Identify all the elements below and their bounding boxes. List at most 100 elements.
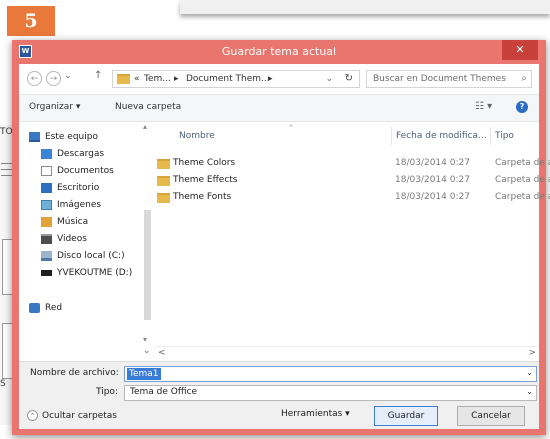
dialog-footer: ⌃ Ocultar carpetas Herramientas ▾ Guarda…	[19, 406, 539, 439]
table-row[interactable]: Theme Effects 18/03/2014 0:27 Carpeta de…	[155, 173, 550, 190]
nav-item-downloads[interactable]: Descargas	[41, 146, 104, 161]
chevron-down-icon[interactable]: ⌄	[526, 387, 533, 396]
scroll-down-arrow[interactable]: ▾	[143, 335, 147, 344]
file-date: 18/03/2014 0:27	[395, 192, 470, 202]
folder-icon	[157, 193, 170, 203]
breadcrumb-separator[interactable]: ▸	[268, 74, 273, 84]
tools-dropdown[interactable]: Herramientas ▾	[281, 409, 350, 419]
file-list: ^ Nombre Fecha de modifica... Tipo Theme…	[155, 122, 550, 344]
nav-item-label: Videos	[57, 233, 87, 244]
nav-item-label: Disco local (C:)	[57, 250, 125, 261]
nav-item-pictures[interactable]: Imágenes	[41, 197, 101, 212]
usb-drive-icon	[41, 269, 52, 276]
search-icon[interactable]: ⌕	[521, 73, 527, 84]
help-icon[interactable]: ?	[516, 101, 528, 113]
address-bar[interactable]: « Tem... ▸ Document Them... ▸ ⌄ ↻	[112, 70, 360, 88]
dialog-titlebar[interactable]: W Guardar tema actual ✕	[12, 40, 546, 64]
nav-item-documents[interactable]: Documentos	[41, 163, 114, 178]
navigation-pane: Este equipo Descargas Documentos Escrito…	[19, 122, 151, 344]
column-divider[interactable]	[391, 127, 392, 145]
table-row[interactable]: Theme Colors 18/03/2014 0:27 Carpeta de …	[155, 156, 550, 173]
search-placeholder: Buscar en Document Themes	[373, 74, 506, 84]
breadcrumb-overflow[interactable]: «	[134, 74, 140, 84]
filename-value: Tema1	[127, 368, 161, 380]
nav-item-label: Documentos	[57, 165, 114, 176]
scroll-right-arrow[interactable]: >	[528, 348, 536, 358]
scrollbar-thumb[interactable]	[144, 210, 151, 320]
scroll-up-arrow[interactable]: ▴	[143, 122, 147, 131]
background-window-edge	[180, 0, 550, 14]
file-name: Theme Fonts	[173, 192, 232, 202]
nav-pane-scrollbar[interactable]: ▴ ▾	[143, 122, 152, 344]
filename-label: Nombre de archivo:	[30, 368, 119, 378]
nav-item-this-pc[interactable]: Este equipo	[29, 129, 98, 144]
nav-item-label: Red	[45, 302, 63, 313]
nav-item-label: Escritorio	[57, 182, 100, 193]
nav-item-label: YVEKOUTME (D:)	[57, 267, 133, 278]
local-disk-icon	[41, 250, 52, 261]
nav-item-label: Música	[57, 216, 89, 227]
table-row[interactable]: Theme Fonts 18/03/2014 0:27 Carpeta de a	[155, 190, 550, 207]
nav-item-label: Descargas	[57, 148, 105, 159]
folder-icon	[157, 176, 170, 186]
column-divider[interactable]	[490, 127, 491, 145]
nav-item-local-disk[interactable]: Disco local (C:)	[41, 248, 125, 263]
command-toolbar: Organizar ▾ Nueva carpeta ☷ ▾ ?	[19, 94, 539, 122]
column-header-type[interactable]: Tipo	[495, 131, 514, 141]
nav-item-network[interactable]: Red	[29, 300, 62, 315]
sort-indicator-icon: ^	[288, 124, 294, 132]
file-type: Carpeta de a	[495, 192, 550, 202]
column-header-name[interactable]: Nombre	[179, 131, 215, 141]
filetype-value: Tema de Office	[130, 387, 198, 397]
folder-icon	[117, 74, 130, 84]
nav-item-desktop[interactable]: Escritorio	[41, 180, 99, 195]
address-dropdown-icon[interactable]: ⌄	[325, 74, 333, 84]
breadcrumb-separator[interactable]: ▸	[174, 74, 179, 84]
nav-item-label: Este equipo	[45, 131, 98, 142]
nav-item-videos[interactable]: Videos	[41, 231, 87, 246]
dialog-title: Guardar tema actual	[221, 45, 337, 58]
file-date: 18/03/2014 0:27	[395, 175, 470, 185]
back-button[interactable]: ←	[27, 71, 42, 86]
refresh-icon[interactable]: ↻	[345, 73, 353, 84]
hide-folders-label: Ocultar carpetas	[42, 410, 117, 421]
videos-icon	[41, 233, 52, 244]
folder-icon	[157, 159, 170, 169]
music-icon	[41, 216, 52, 227]
scroll-left-arrow[interactable]: <	[158, 348, 166, 358]
horizontal-scrollbar[interactable]: < >	[155, 346, 539, 361]
view-options-icon[interactable]: ☷ ▾	[475, 101, 492, 112]
hide-folders-button[interactable]: ⌃ Ocultar carpetas	[27, 410, 117, 421]
forward-button[interactable]: →	[46, 71, 61, 86]
breadcrumb-item[interactable]: Document Them...	[186, 74, 270, 84]
cancel-button[interactable]: Cancelar	[457, 406, 525, 426]
file-type: Carpeta de a	[495, 158, 550, 168]
nav-item-music[interactable]: Música	[41, 214, 88, 229]
chevron-up-icon: ⌃	[27, 410, 38, 421]
chevron-down-icon[interactable]: ⌄	[526, 368, 533, 377]
nav-scroll-down-icon[interactable]: ⌄	[143, 346, 151, 356]
background-text-fragment: S	[0, 379, 6, 389]
recent-locations-dropdown[interactable]: ⌄	[64, 71, 72, 81]
filetype-select[interactable]: Tema de Office ⌄	[124, 385, 537, 401]
file-date: 18/03/2014 0:27	[395, 158, 470, 168]
save-button[interactable]: Guardar	[374, 406, 438, 426]
up-button[interactable]: ↑	[94, 70, 102, 81]
file-name: Theme Colors	[173, 158, 236, 168]
breadcrumb-item[interactable]: Tem...	[144, 74, 171, 84]
address-row: ← → ⌄ ↑ « Tem... ▸ Document Them... ▸ ⌄ …	[19, 64, 539, 94]
network-icon	[29, 302, 40, 313]
close-button[interactable]: ✕	[502, 40, 538, 60]
organize-button[interactable]: Organizar ▾	[29, 102, 80, 112]
downloads-icon	[41, 148, 52, 159]
column-header-date[interactable]: Fecha de modifica...	[396, 131, 487, 141]
background-text-fragment: TO	[0, 127, 13, 137]
nav-item-label: Imágenes	[57, 199, 102, 210]
file-type: Carpeta de a	[495, 175, 550, 185]
filetype-label: Tipo:	[96, 387, 118, 397]
new-folder-button[interactable]: Nueva carpeta	[115, 102, 181, 112]
nav-item-usb-drive[interactable]: YVEKOUTME (D:)	[41, 265, 132, 280]
search-input[interactable]: Buscar en Document Themes ⌕	[366, 70, 532, 88]
dialog-client-area: ← → ⌄ ↑ « Tem... ▸ Document Them... ▸ ⌄ …	[19, 64, 550, 429]
filename-input[interactable]: Tema1 ⌄	[124, 366, 537, 382]
